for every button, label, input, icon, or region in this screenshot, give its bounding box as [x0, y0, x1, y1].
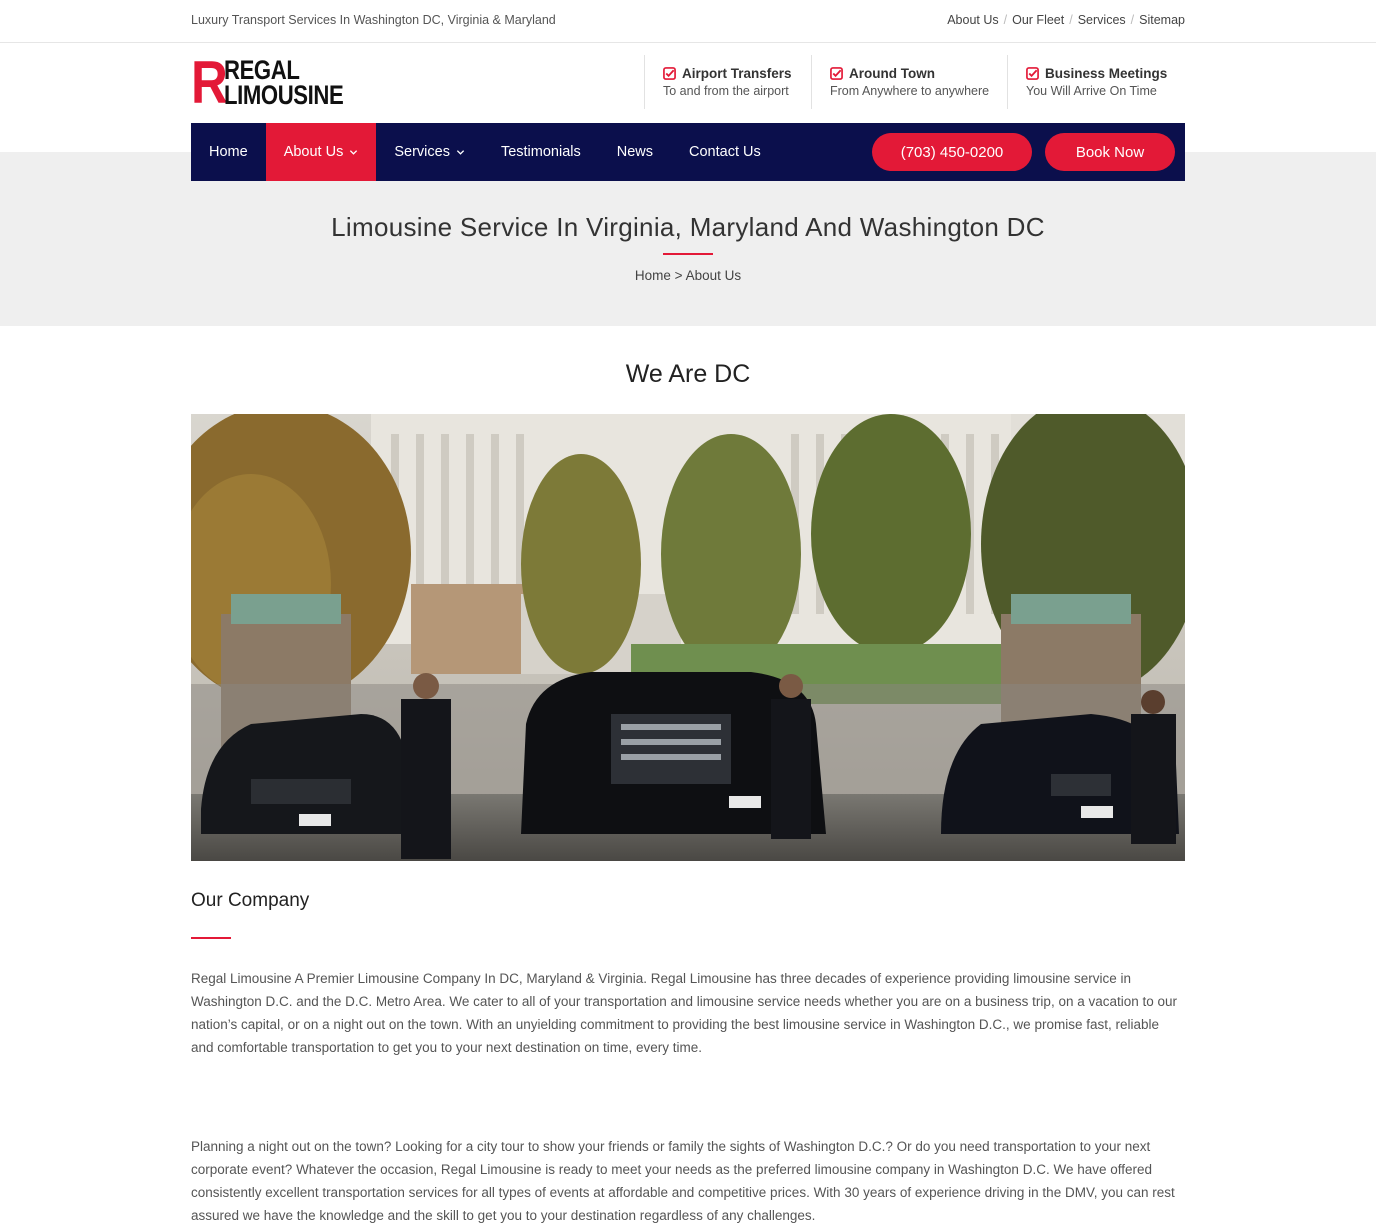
- header: R REGAL LIMOUSINE Airport Transfers To a…: [0, 43, 1376, 123]
- logo-line-2: LIMOUSINE: [224, 80, 344, 110]
- feature-title: Around Town: [830, 66, 1007, 81]
- phone-button[interactable]: (703) 450-0200: [872, 133, 1032, 171]
- page-title: Limousine Service In Virginia, Maryland …: [331, 212, 1045, 242]
- check-square-icon: [830, 67, 843, 80]
- nav-item-label: Services: [394, 144, 450, 160]
- top-link-about-us[interactable]: About Us: [947, 13, 998, 27]
- feature-business-meetings: Business Meetings You Will Arrive On Tim…: [1007, 55, 1179, 109]
- top-link-services[interactable]: Services: [1078, 13, 1126, 27]
- feature-title: Business Meetings: [1026, 66, 1179, 81]
- feature-airport-transfers: Airport Transfers To and from the airpor…: [644, 55, 811, 109]
- nav-item-label: Home: [209, 144, 248, 160]
- breadcrumb-home[interactable]: Home: [635, 268, 671, 283]
- feature-title-text: Business Meetings: [1045, 66, 1168, 81]
- nav-item-news[interactable]: News: [599, 123, 671, 181]
- top-link-separator: /: [1003, 13, 1008, 27]
- section-title: We Are DC: [625, 360, 751, 388]
- feature-subtitle: To and from the airport: [663, 84, 789, 98]
- nav-item-contact-us[interactable]: Contact Us: [671, 123, 779, 181]
- nav-item-home[interactable]: Home: [191, 123, 266, 181]
- top-links: About Us / Our Fleet / Services / Sitema…: [947, 13, 1185, 27]
- top-link-sitemap[interactable]: Sitemap: [1139, 13, 1185, 27]
- chevron-down-icon: [456, 149, 465, 155]
- fleet-photo-illustration: [191, 414, 1185, 861]
- top-link-separator: /: [1069, 13, 1073, 27]
- feature-title-text: Around Town: [849, 66, 935, 81]
- check-square-icon: [1026, 67, 1039, 80]
- top-link-our-fleet[interactable]: Our Fleet: [1012, 13, 1064, 27]
- breadcrumb: Home > About Us: [0, 268, 1376, 283]
- book-now-button[interactable]: Book Now: [1045, 133, 1175, 171]
- nav-item-label: About Us: [283, 144, 344, 160]
- feature-title: Airport Transfers: [663, 66, 811, 81]
- company-title-underline: [191, 937, 231, 939]
- logo-letter: R: [191, 49, 228, 116]
- feature-subtitle: You Will Arrive On Time: [1026, 84, 1157, 98]
- top-link-separator: /: [1130, 13, 1135, 27]
- nav-item-services[interactable]: Services: [376, 123, 483, 181]
- chevron-down-icon: [350, 149, 358, 155]
- nav-item-label: News: [616, 144, 653, 160]
- company-paragraph-1: Regal Limousine A Premier Limousine Comp…: [191, 971, 1178, 1055]
- company-paragraph-2: Planning a night out on the town? Lookin…: [191, 1139, 1175, 1223]
- company-title: Our Company: [191, 890, 310, 911]
- nav-item-testimonials[interactable]: Testimonials: [483, 123, 599, 181]
- feature-title-text: Airport Transfers: [682, 66, 792, 81]
- title-underline: [663, 253, 713, 255]
- top-bar: Luxury Transport Services In Washington …: [0, 0, 1376, 43]
- feature-around-town: Around Town From Anywhere to anywhere: [811, 55, 1007, 109]
- breadcrumb-current: About Us: [685, 268, 742, 283]
- logo[interactable]: R REGAL LIMOUSINE: [191, 49, 346, 116]
- feature-list: Airport Transfers To and from the airpor…: [644, 55, 1179, 109]
- fleet-photo: [191, 414, 1185, 861]
- tagline: Luxury Transport Services In Washington …: [191, 13, 556, 27]
- logo-words: REGAL LIMOUSINE: [224, 57, 370, 110]
- breadcrumb-separator: >: [674, 268, 683, 283]
- main-nav: Home About Us Services Testimonials News…: [191, 123, 1185, 181]
- nav-item-label: Testimonials: [500, 144, 581, 160]
- nav-item-about-us[interactable]: About Us: [265, 123, 377, 181]
- feature-subtitle: From Anywhere to anywhere: [830, 84, 990, 98]
- nav-item-label: Contact Us: [689, 144, 761, 160]
- check-square-icon: [663, 67, 676, 80]
